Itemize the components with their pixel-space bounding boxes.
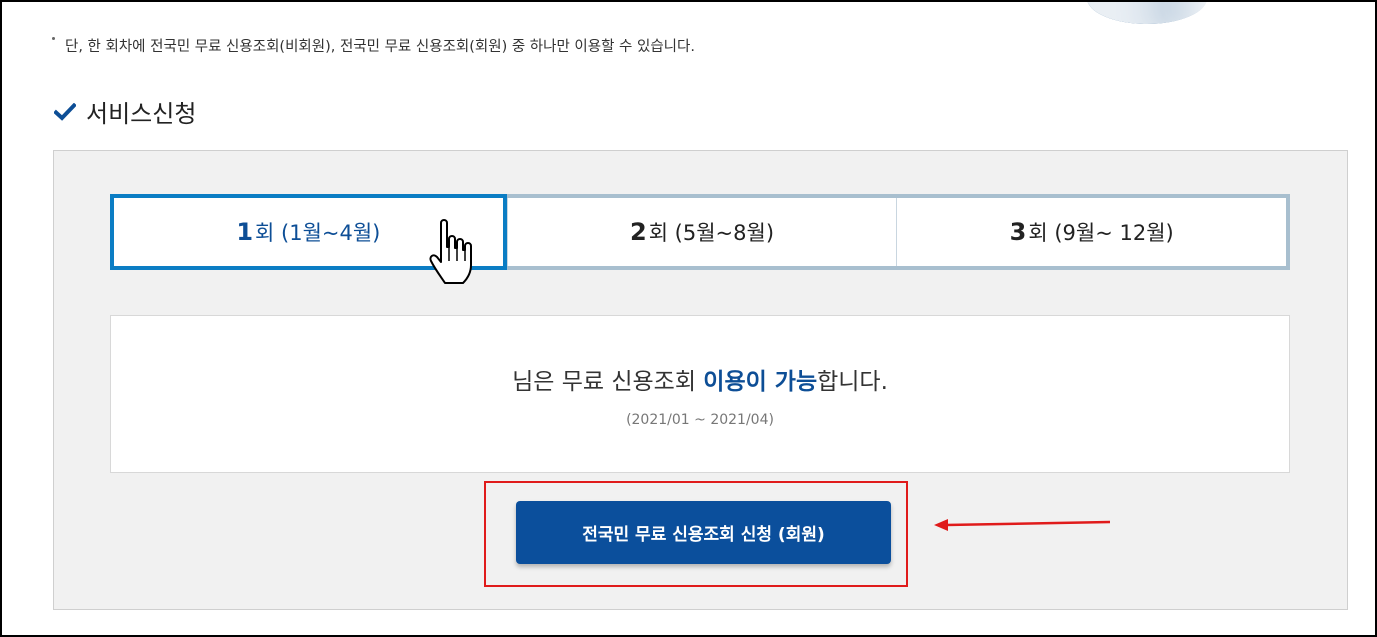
left-arrow-icon xyxy=(934,519,1111,531)
tab-round-number: 3 xyxy=(1009,218,1027,246)
section-heading: 서비스신청 xyxy=(54,94,196,129)
service-panel: 1회 (1월~4월) 2회 (5월~8월) 3회 (9월~ 12월) 님은 무료… xyxy=(53,150,1348,610)
header-banner-fade xyxy=(1162,2,1322,30)
eligibility-period: (2021/01 ~ 2021/04) xyxy=(626,412,774,428)
eligibility-message: 님은 무료 신용조회 이용이 가능합니다. xyxy=(111,362,1289,396)
apply-credit-check-button[interactable]: 전국민 무료 신용조회 신청 (회원) xyxy=(516,501,891,564)
tab-round-number: 2 xyxy=(629,218,647,246)
tab-round-number: 1 xyxy=(236,218,254,246)
period-tabs: 1회 (1월~4월) 2회 (5월~8월) 3회 (9월~ 12월) xyxy=(110,194,1290,270)
eligibility-highlight: 이용이 가능 xyxy=(703,369,818,395)
tab-round-3[interactable]: 3회 (9월~ 12월) xyxy=(896,198,1286,266)
tab-round-label: 회 (1월~4월) xyxy=(255,221,381,245)
tab-round-label: 회 (5월~8월) xyxy=(648,221,775,245)
tab-round-label: 회 (9월~ 12월) xyxy=(1028,221,1174,245)
notice-label: 단, 한 회차에 전국민 무료 신용조회(비회원), 전국민 무료 신용조회(회… xyxy=(65,39,695,55)
eligibility-result-box: 님은 무료 신용조회 이용이 가능합니다. (2021/01 ~ 2021/04… xyxy=(110,315,1290,473)
eligibility-message-suffix: 합니다. xyxy=(817,369,888,395)
tab-round-2[interactable]: 2회 (5월~8월) xyxy=(506,198,897,266)
page-frame: 단, 한 회차에 전국민 무료 신용조회(비회원), 전국민 무료 신용조회(회… xyxy=(0,0,1377,637)
check-icon xyxy=(54,102,76,121)
bullet-dot xyxy=(52,37,55,40)
notice-text: 단, 한 회차에 전국민 무료 신용조회(비회원), 전국민 무료 신용조회(회… xyxy=(52,35,695,56)
eligibility-message-prefix: 님은 무료 신용조회 xyxy=(512,369,704,395)
section-title: 서비스신청 xyxy=(86,100,197,128)
hand-cursor-icon xyxy=(429,219,472,284)
